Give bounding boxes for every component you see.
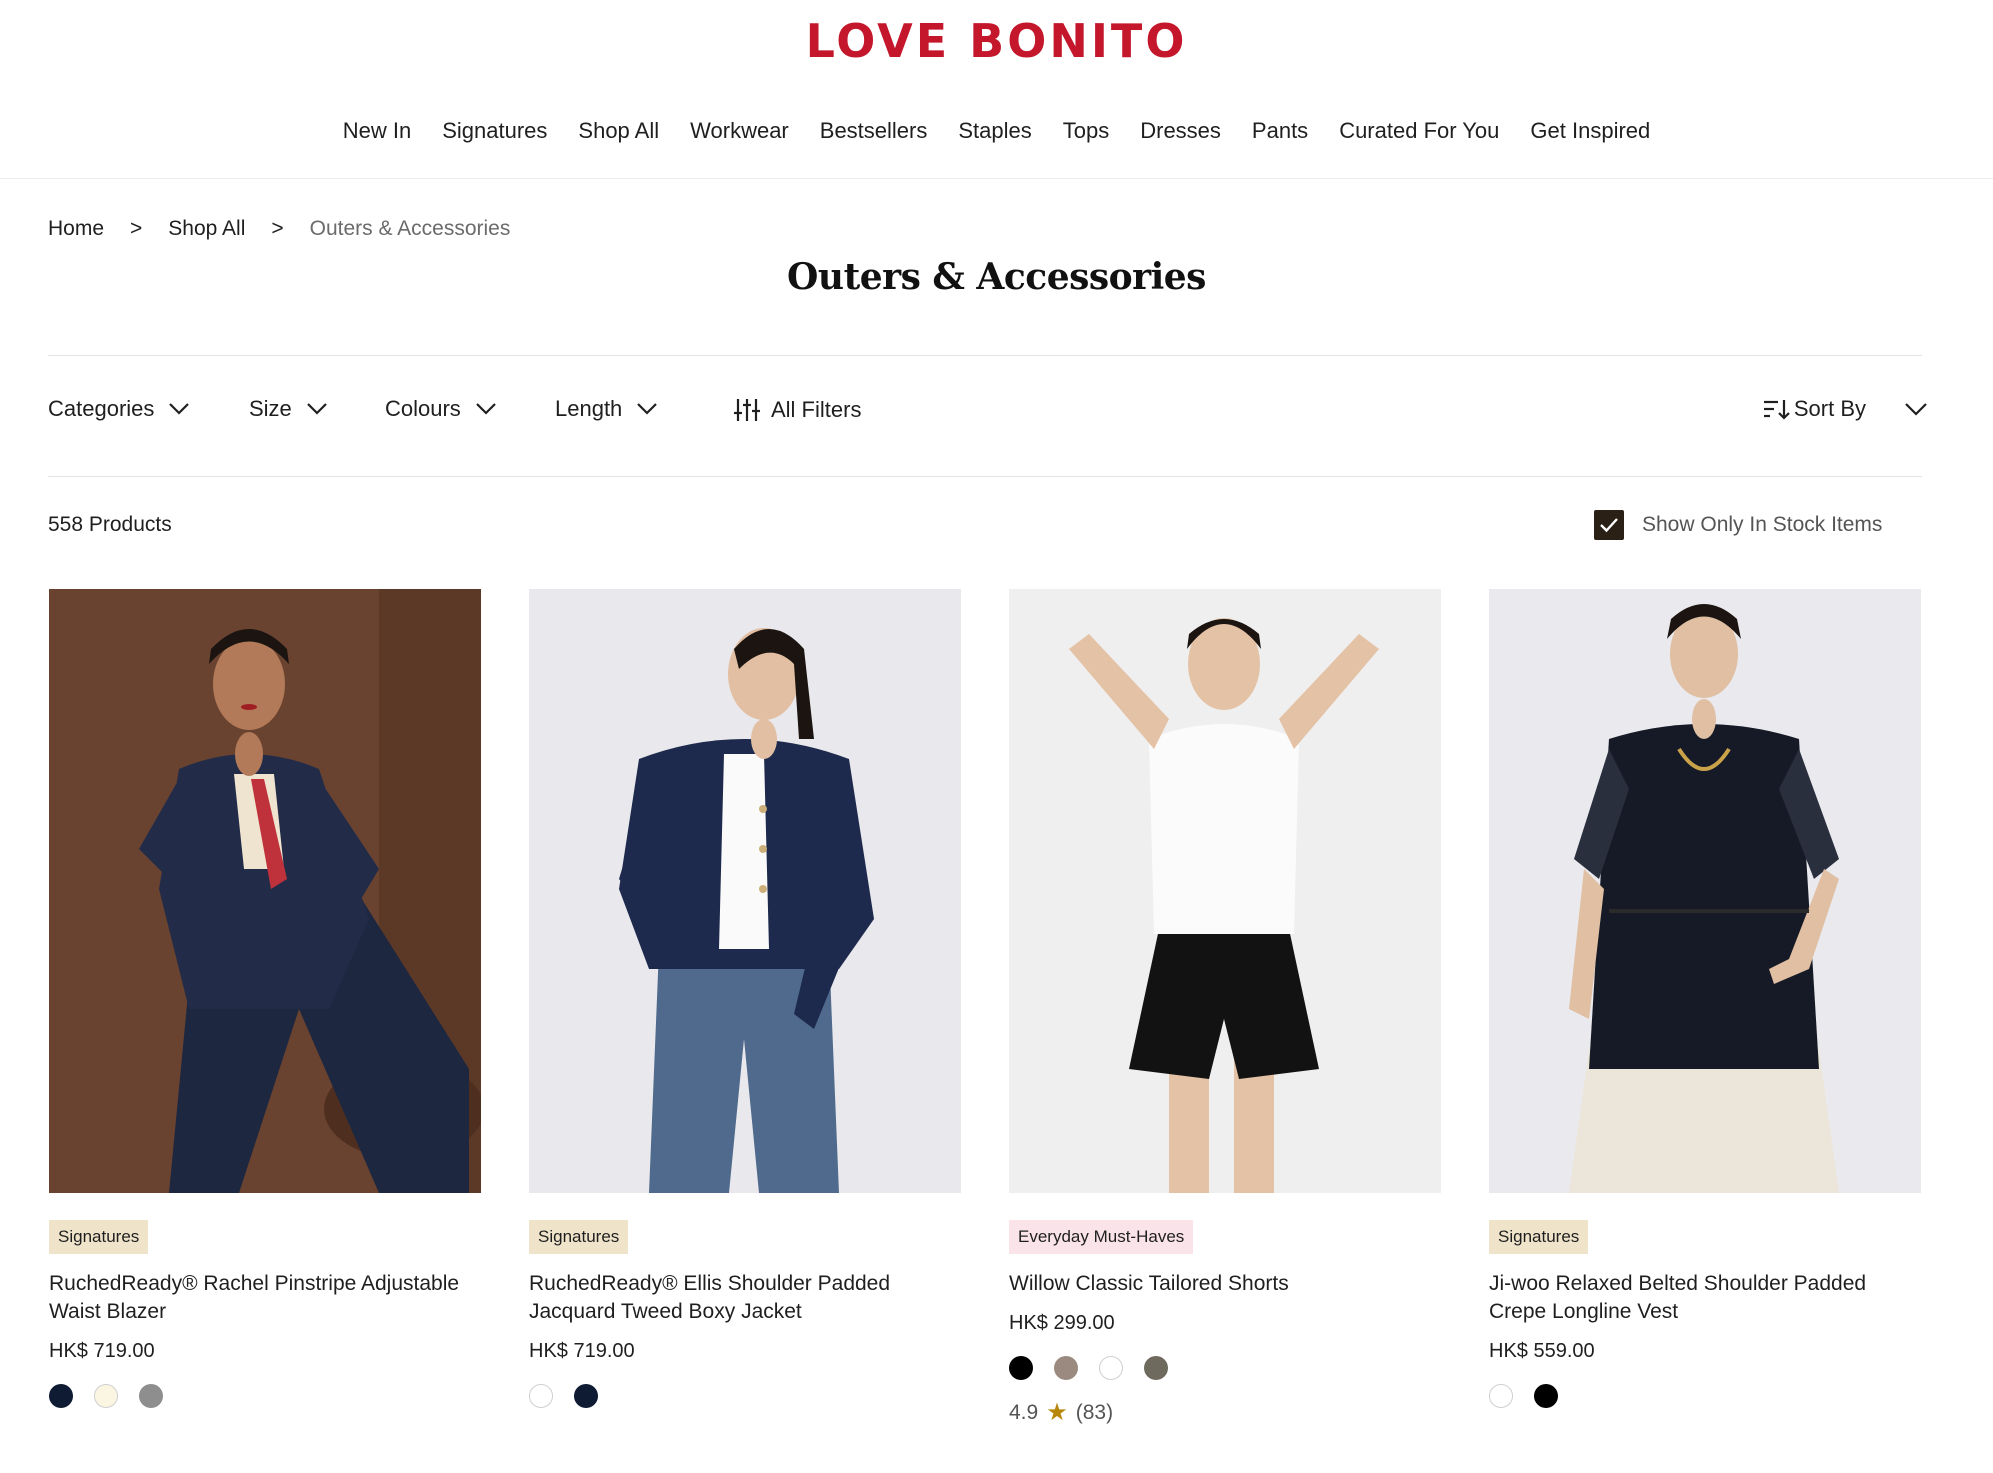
page-title: Outers & Accessories [787, 256, 1206, 298]
product-price: HK$ 559.00 [1489, 1340, 1595, 1362]
color-swatch-cream[interactable] [94, 1384, 118, 1408]
chevron-down-icon [1905, 403, 1927, 416]
checkmark-icon [1600, 518, 1618, 533]
filter-label: Categories [48, 396, 155, 421]
product-card[interactable]: Signatures Ji-woo Relaxed Belted Shoulde… [1489, 589, 1921, 1408]
sliders-icon [734, 399, 760, 421]
filter-length[interactable]: Length [555, 396, 658, 422]
product-image[interactable] [49, 589, 481, 1193]
product-badge: Signatures [49, 1220, 149, 1254]
nav-workwear[interactable]: Workwear [690, 118, 789, 144]
all-filters-label: All Filters [771, 397, 862, 422]
in-stock-checkbox[interactable] [1594, 510, 1624, 540]
nav-shop-all[interactable]: Shop All [578, 118, 659, 144]
filter-label: Length [555, 396, 623, 421]
color-swatch-navy[interactable] [49, 1384, 73, 1408]
filter-categories[interactable]: Categories [48, 396, 190, 422]
product-count: 558 Products [48, 513, 172, 536]
product-image[interactable] [1489, 589, 1921, 1193]
nav-curated-for-you[interactable]: Curated For You [1339, 118, 1499, 144]
in-stock-label: Show Only In Stock Items [1642, 513, 1883, 536]
filter-label: Size [249, 396, 292, 421]
sort-icon [1763, 400, 1790, 420]
filter-label: Colours [385, 396, 461, 421]
nav-tops[interactable]: Tops [1063, 118, 1109, 144]
color-swatch-white[interactable] [1099, 1356, 1123, 1380]
color-swatch-taupe[interactable] [1054, 1356, 1078, 1380]
filter-bar: Categories Size Colours Length All Filte… [48, 396, 1928, 436]
main-nav: New In Signatures Shop All Workwear Best… [0, 118, 1993, 144]
color-swatches [1009, 1356, 1441, 1380]
divider [48, 476, 1922, 477]
product-price: HK$ 719.00 [529, 1340, 635, 1362]
star-icon: ★ [1046, 1399, 1068, 1426]
brand-logo[interactable]: LOVE BONITO [0, 14, 1993, 68]
nav-get-inspired[interactable]: Get Inspired [1530, 118, 1650, 144]
sort-by-label: Sort By [1793, 396, 1866, 421]
product-image[interactable] [1009, 589, 1441, 1193]
rating-count: (83) [1075, 1400, 1114, 1424]
product-name[interactable]: Willow Classic Tailored Shorts [1009, 1270, 1441, 1298]
product-name[interactable]: RuchedReady® Ellis Shoulder Padded Jacqu… [529, 1270, 961, 1326]
nav-pants[interactable]: Pants [1252, 118, 1308, 144]
nav-signatures[interactable]: Signatures [442, 118, 547, 144]
color-swatches [529, 1384, 961, 1408]
breadcrumb-home[interactable]: Home [48, 217, 104, 241]
divider [48, 355, 1922, 356]
color-swatches [49, 1384, 481, 1408]
product-rating[interactable]: 4.9 ★ (83) [1009, 1398, 1441, 1427]
nav-bestsellers[interactable]: Bestsellers [820, 118, 928, 144]
filter-size[interactable]: Size [249, 396, 328, 422]
nav-staples[interactable]: Staples [958, 118, 1031, 144]
product-badge: Everyday Must-Haves [1009, 1220, 1194, 1254]
breadcrumb-separator: > [271, 217, 284, 240]
breadcrumb: Home > Shop All > Outers & Accessories [48, 217, 510, 241]
in-stock-toggle[interactable]: Show Only In Stock Items [1594, 510, 1882, 540]
product-card[interactable]: Signatures RuchedReady® Rachel Pinstripe… [49, 589, 481, 1408]
product-price: HK$ 719.00 [49, 1340, 155, 1362]
rating-score: 4.9 [1009, 1400, 1039, 1424]
chevron-down-icon [169, 403, 190, 415]
color-swatch-grey[interactable] [139, 1384, 163, 1408]
chevron-down-icon [307, 403, 327, 415]
color-swatch-black[interactable] [1534, 1384, 1558, 1408]
product-name[interactable]: Ji-woo Relaxed Belted Shoulder Padded Cr… [1489, 1270, 1921, 1326]
filter-colours[interactable]: Colours [385, 396, 497, 422]
nav-new-in[interactable]: New In [343, 118, 411, 144]
color-swatch-navy[interactable] [574, 1384, 598, 1408]
product-badge: Signatures [1489, 1220, 1589, 1254]
all-filters-button[interactable]: All Filters [733, 396, 861, 424]
nav-dresses[interactable]: Dresses [1140, 118, 1221, 144]
breadcrumb-current: Outers & Accessories [309, 217, 511, 240]
chevron-down-icon [476, 403, 496, 415]
color-swatches [1489, 1384, 1921, 1408]
product-badge: Signatures [529, 1220, 629, 1254]
breadcrumb-separator: > [130, 217, 143, 240]
chevron-down-icon [637, 403, 658, 415]
color-swatch-white[interactable] [1489, 1384, 1513, 1408]
product-card[interactable]: Signatures RuchedReady® Ellis Shoulder P… [529, 589, 961, 1408]
color-swatch-white[interactable] [529, 1384, 553, 1408]
sort-by-dropdown[interactable]: Sort By [1762, 396, 1928, 422]
product-image[interactable] [529, 589, 961, 1193]
product-card[interactable]: Everyday Must-Haves Willow Classic Tailo… [1009, 589, 1441, 1427]
product-price: HK$ 299.00 [1009, 1312, 1115, 1334]
color-swatch-black[interactable] [1009, 1356, 1033, 1380]
header-divider [0, 178, 1993, 179]
breadcrumb-shop-all[interactable]: Shop All [168, 217, 245, 241]
color-swatch-olive[interactable] [1144, 1356, 1168, 1380]
product-name[interactable]: RuchedReady® Rachel Pinstripe Adjustable… [49, 1270, 481, 1326]
